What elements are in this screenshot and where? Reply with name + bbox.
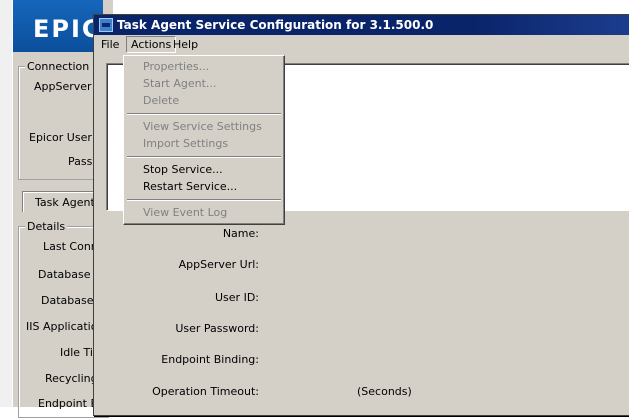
epicor-logo: EPIC [33, 15, 102, 43]
menu-item-start-agent[interactable]: Start Agent... [124, 75, 284, 92]
app-icon [99, 18, 113, 32]
operation-timeout-label: Operation Timeout: [152, 385, 259, 398]
timeout-unit-label: (Seconds) [357, 385, 412, 398]
details-group-title: Details [25, 220, 68, 233]
menu-item-delete[interactable]: Delete [124, 92, 284, 109]
actions-menu: Properties... Start Agent... Delete View… [123, 55, 285, 225]
password-label: Pass [68, 155, 93, 168]
menu-item-restart-service[interactable]: Restart Service... [124, 178, 284, 195]
menu-item-stop-service[interactable]: Stop Service... [124, 161, 284, 178]
menu-item-view-service-settings[interactable]: View Service Settings [124, 118, 284, 135]
name-label: Name: [222, 227, 259, 240]
idle-time-label: Idle Tir [60, 346, 98, 359]
user-password-label: User Password: [175, 322, 259, 335]
database-server-label: Database S [38, 268, 101, 281]
epicor-banner: EPIC [13, 0, 103, 52]
dialog-title-bar[interactable]: Task Agent Service Configuration for 3.1… [94, 15, 629, 35]
tab-task-agent-label: Task Agent [35, 196, 95, 209]
user-id-label: User ID: [215, 291, 259, 304]
tab-task-agent[interactable]: Task Agent [22, 191, 104, 212]
endpoint-binding-bg-label: Endpoint Bi [38, 397, 102, 410]
menu-help[interactable]: Help [169, 36, 202, 53]
endpoint-binding-label: Endpoint Binding: [161, 353, 259, 366]
menu-item-view-event-log[interactable]: View Event Log [124, 204, 284, 221]
menu-separator [127, 156, 281, 158]
menu-item-properties[interactable]: Properties... [124, 58, 284, 75]
menu-item-import-settings[interactable]: Import Settings [124, 135, 284, 152]
recycling-label: Recycling [45, 372, 98, 385]
menu-file[interactable]: File [97, 36, 123, 53]
menu-separator [127, 199, 281, 201]
dialog-title: Task Agent Service Configuration for 3.1… [117, 18, 434, 32]
menu-bar: File Actions Help [94, 35, 629, 55]
last-connection-label: Last Conn [43, 240, 98, 253]
database-instance-label: Database I [41, 294, 101, 307]
menu-separator [127, 113, 281, 115]
appserver-url-label: AppServer Url: [178, 258, 259, 271]
